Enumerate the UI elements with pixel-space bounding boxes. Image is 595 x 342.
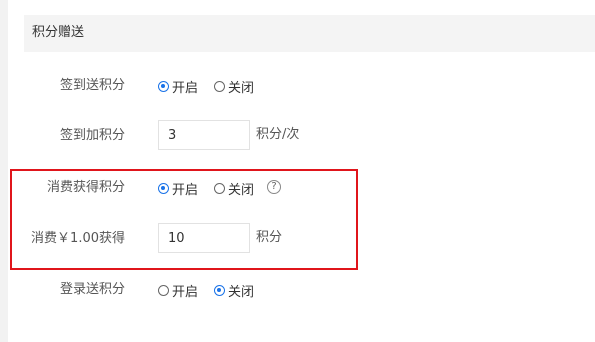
login-points-on-radio[interactable]: 开启 [158, 274, 198, 306]
radio-label: 关闭 [228, 80, 255, 96]
radio-checked-icon [158, 80, 169, 92]
highlight-box [10, 169, 358, 270]
radio-unchecked-icon [214, 80, 225, 92]
radio-label: 关闭 [228, 284, 255, 300]
section-title: 积分赠送 [32, 25, 85, 40]
signin-points-row: 签到送积分 开启 关闭 [0, 70, 595, 102]
signin-points-off-radio[interactable]: 关闭 [214, 70, 254, 102]
signin-points-on-radio[interactable]: 开启 [158, 70, 198, 102]
signin-add-unit: 积分/次 [256, 127, 300, 142]
login-points-off-radio[interactable]: 关闭 [214, 274, 254, 306]
radio-checked-icon [214, 284, 225, 296]
signin-add-label: 签到加积分 [59, 128, 125, 143]
login-points-row: 登录送积分 开启 关闭 [0, 274, 595, 306]
radio-label: 开启 [172, 284, 199, 300]
radio-label: 开启 [172, 80, 199, 96]
signin-points-label: 签到送积分 [59, 78, 125, 93]
signin-add-row: 签到加积分 积分/次 [0, 120, 595, 152]
section-header [24, 15, 595, 52]
signin-add-input[interactable] [158, 120, 250, 150]
radio-unchecked-icon [158, 284, 169, 296]
login-points-label: 登录送积分 [59, 282, 125, 297]
